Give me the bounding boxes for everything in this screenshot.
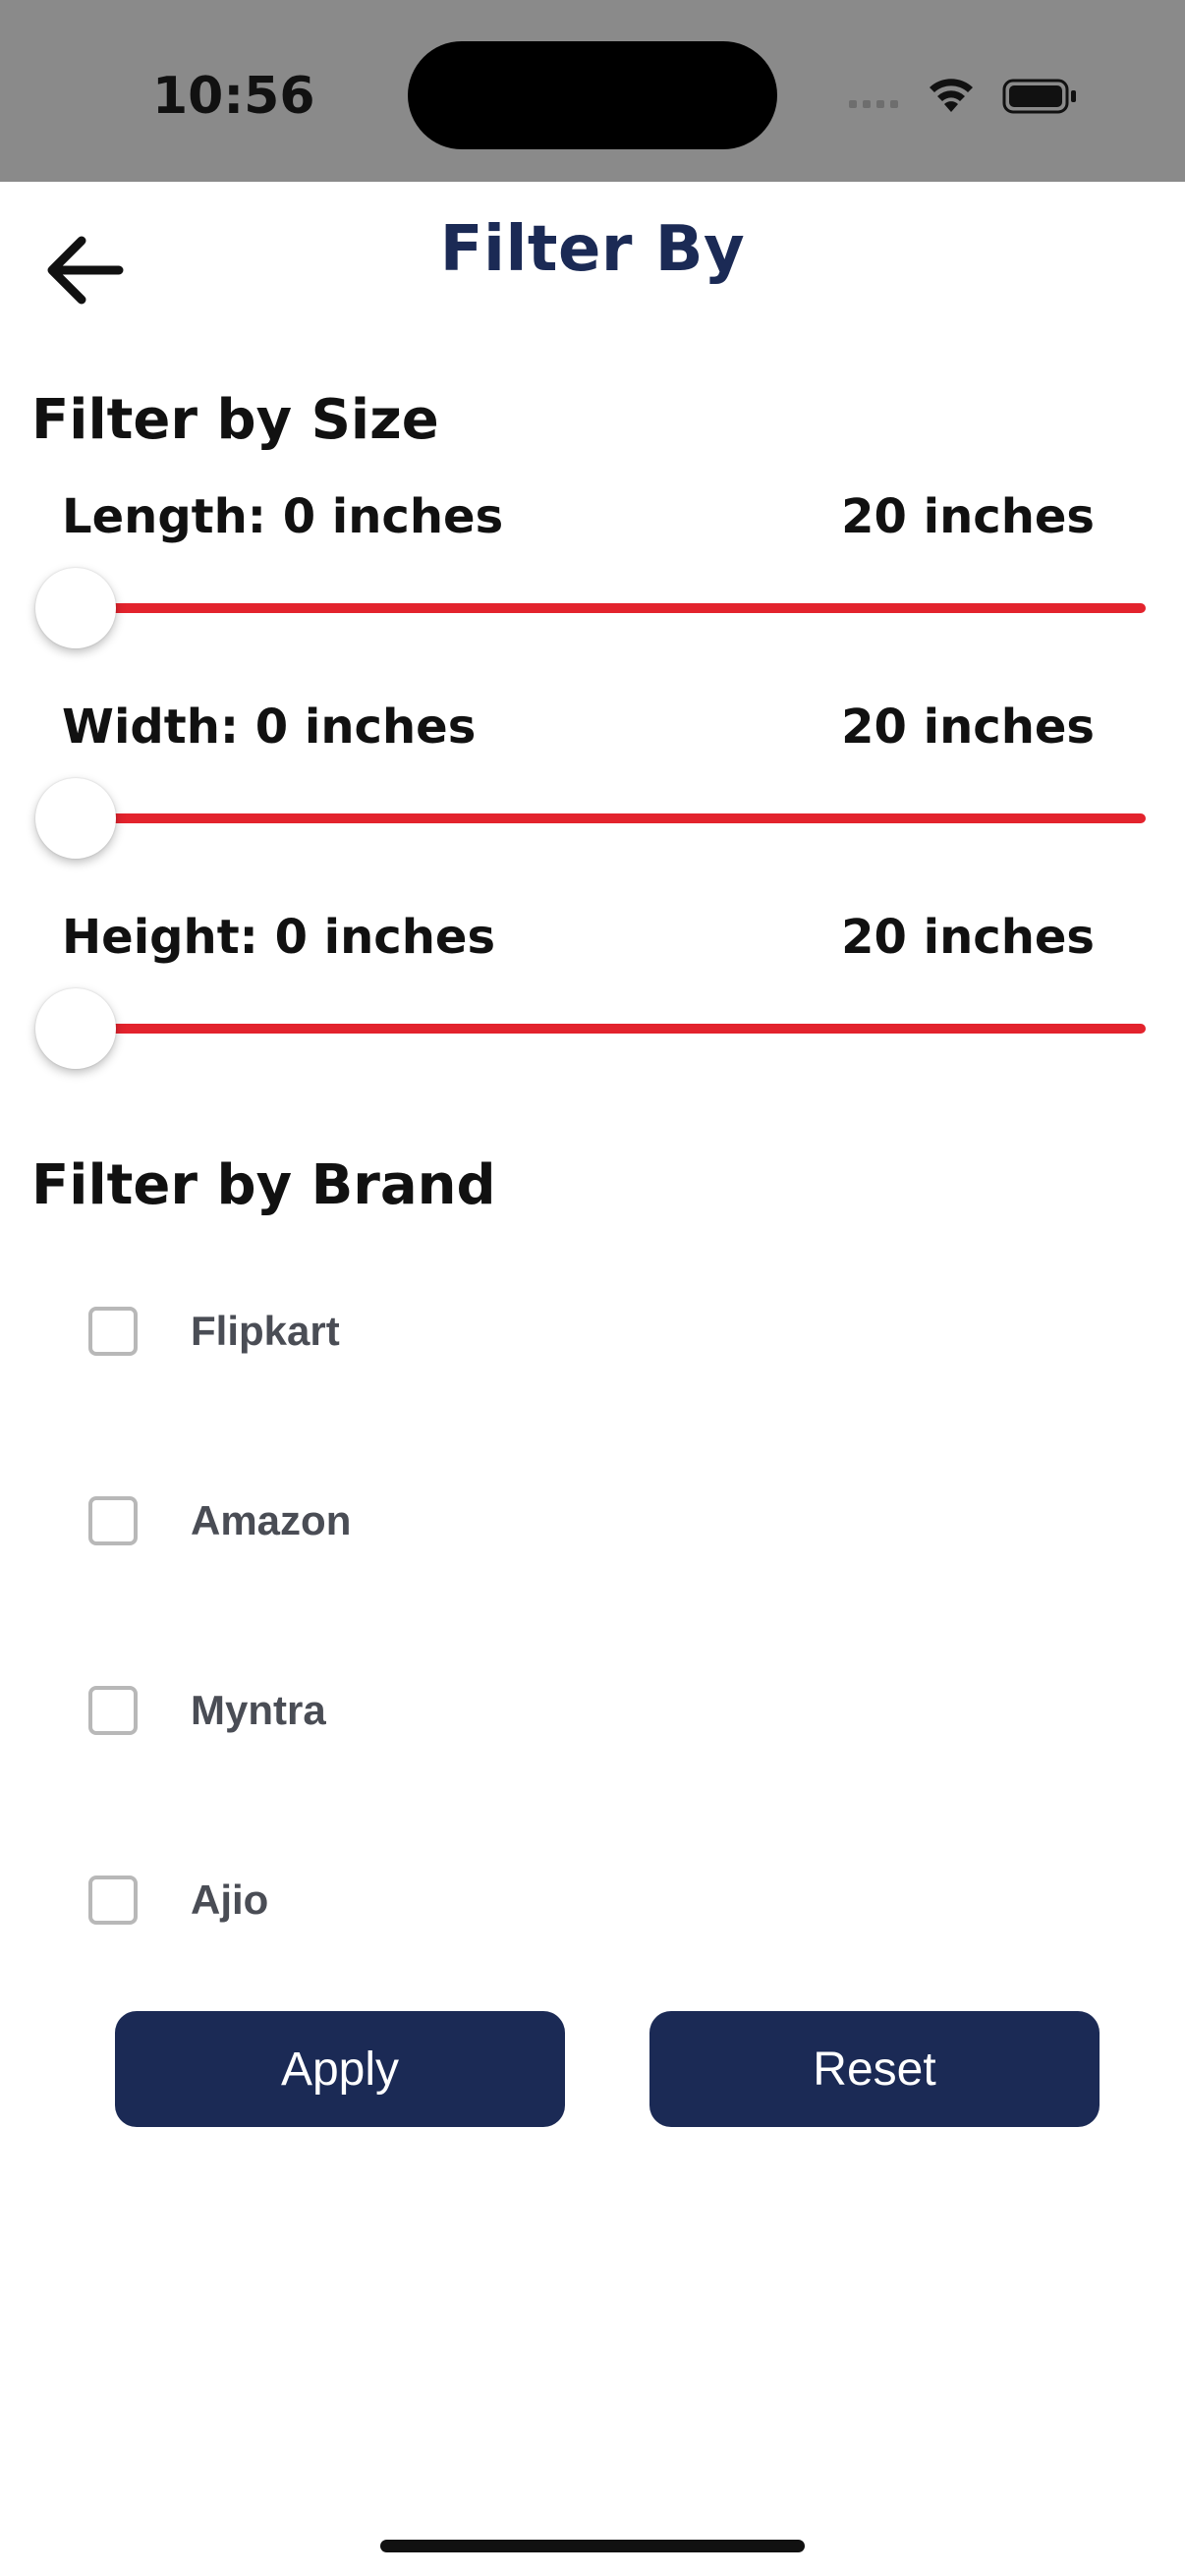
apply-button[interactable]: Apply	[115, 2011, 565, 2127]
myntra-checkbox[interactable]	[88, 1686, 138, 1735]
reset-button[interactable]: Reset	[649, 2011, 1100, 2127]
brand-option-ajio[interactable]: Ajio	[88, 1861, 776, 1939]
cellular-signal-icon	[849, 100, 898, 108]
home-indicator	[380, 2540, 805, 2552]
length-slider-track[interactable]	[75, 603, 1146, 613]
brand-label: Flipkart	[191, 1308, 340, 1354]
width-slider-max-label: 20 inches	[841, 700, 1095, 755]
length-slider-thumb[interactable]	[35, 568, 116, 648]
brand-section-title: Filter by Brand	[31, 1153, 496, 1217]
length-slider-label: Length: 0 inches	[62, 489, 504, 544]
header: Filter By	[0, 182, 1185, 349]
brand-label: Amazon	[191, 1497, 352, 1543]
page-title: Filter By	[439, 213, 746, 286]
flipkart-checkbox[interactable]	[88, 1307, 138, 1356]
width-slider-thumb[interactable]	[35, 778, 116, 859]
height-slider-track[interactable]	[75, 1024, 1146, 1034]
brand-option-flipkart[interactable]: Flipkart	[88, 1292, 776, 1371]
brand-label: Myntra	[191, 1687, 326, 1733]
width-slider-track[interactable]	[75, 813, 1146, 823]
ajio-checkbox[interactable]	[88, 1876, 138, 1925]
status-time: 10:56	[152, 67, 315, 126]
amazon-checkbox[interactable]	[88, 1496, 138, 1545]
dynamic-island	[408, 41, 777, 149]
battery-icon	[1002, 79, 1076, 114]
brand-option-amazon[interactable]: Amazon	[88, 1482, 776, 1560]
length-slider-max-label: 20 inches	[841, 489, 1095, 544]
status-bar: 10:56	[0, 0, 1185, 182]
brand-option-myntra[interactable]: Myntra	[88, 1671, 776, 1750]
brand-label: Ajio	[191, 1876, 269, 1923]
height-slider-max-label: 20 inches	[841, 910, 1095, 965]
width-slider-label: Width: 0 inches	[62, 700, 477, 755]
status-icons	[845, 71, 1081, 120]
size-section-title: Filter by Size	[31, 388, 439, 452]
height-slider-label: Height: 0 inches	[62, 910, 496, 965]
wifi-icon	[930, 79, 973, 112]
height-slider-thumb[interactable]	[35, 988, 116, 1069]
